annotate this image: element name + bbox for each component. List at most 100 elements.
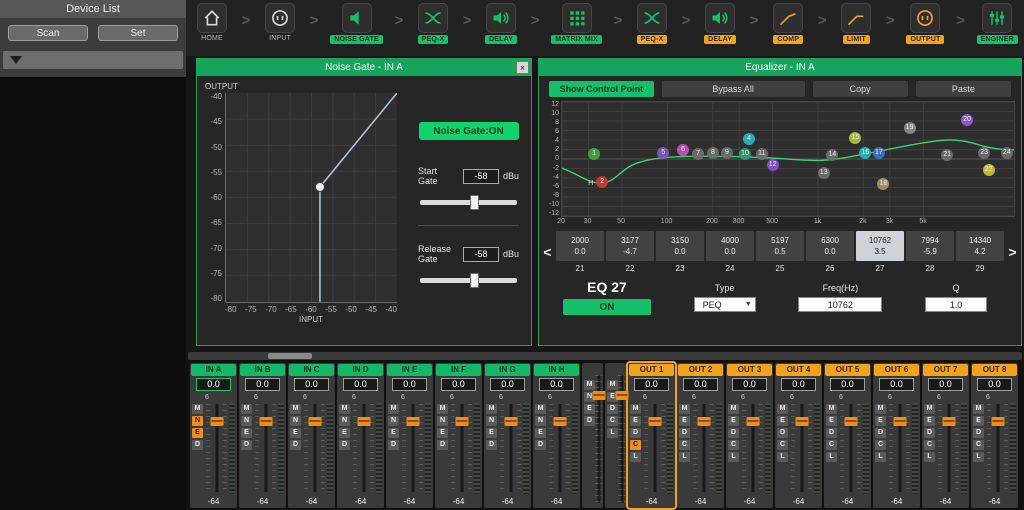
eq-control-point-16[interactable]: 16	[859, 147, 871, 159]
eq-control-point-8[interactable]: 8	[707, 147, 719, 159]
channel-gain-value[interactable]: 0.0	[294, 378, 329, 391]
bypass-all-button[interactable]: Bypass All	[662, 81, 805, 97]
eq-band-cell[interactable]: 107623.5	[856, 231, 904, 261]
release-gate-slider[interactable]	[420, 278, 517, 283]
channel-m-button[interactable]: M	[630, 404, 641, 414]
copy-button[interactable]: Copy	[813, 81, 908, 97]
eq-band-cell[interactable]: 31500.0	[656, 231, 704, 261]
fader-handle[interactable]	[406, 417, 419, 426]
channel-d-button[interactable]: D	[973, 428, 984, 438]
channel-m-button[interactable]: M	[728, 404, 739, 414]
channel-fader[interactable]: 6	[352, 395, 375, 494]
channel-d-button[interactable]: D	[777, 428, 788, 438]
channel-n-button[interactable]: N	[192, 416, 203, 426]
eq-control-point-5[interactable]: 5	[657, 147, 669, 159]
eq-band-cell[interactable]: 7994-5.9	[906, 231, 954, 261]
scan-button[interactable]: Scan	[8, 25, 88, 41]
channel-gain-value[interactable]: 0.0	[343, 378, 378, 391]
channel-m-button[interactable]: M	[388, 404, 399, 414]
channel-e-button[interactable]: E	[777, 416, 788, 426]
channel-n-button[interactable]: N	[437, 416, 448, 426]
band-on-button[interactable]: ON	[563, 299, 651, 315]
channel-fader[interactable]: 6	[401, 395, 424, 494]
channel-gain-value[interactable]: 0.0	[245, 378, 280, 391]
channel-d-button[interactable]: D	[486, 440, 497, 450]
channel-e-button[interactable]: E	[388, 428, 399, 438]
channel-e-button[interactable]: E	[192, 428, 203, 438]
eq-control-point-13[interactable]: 13	[818, 167, 830, 179]
toolbar-step-enginer[interactable]: ENGINER	[977, 3, 1018, 44]
channel-fader[interactable]: 6	[643, 395, 666, 494]
channel-l-button[interactable]: L	[826, 452, 837, 462]
eq-control-point-10[interactable]: 10	[739, 148, 751, 160]
eq-control-point-2[interactable]: 2H	[596, 176, 608, 188]
channel-header[interactable]: OUT 8	[972, 364, 1017, 376]
channel-l-button[interactable]: L	[875, 452, 886, 462]
channel-e-button[interactable]: E	[924, 416, 935, 426]
channel-d-button[interactable]: D	[826, 428, 837, 438]
channel-header[interactable]: OUT 4	[776, 364, 821, 376]
channel-gain-value[interactable]: 0.0	[539, 378, 574, 391]
eq-band-24[interactable]: 40000.024	[706, 231, 754, 273]
channel-header[interactable]: IN B	[240, 364, 285, 376]
channel-d-button[interactable]: D	[290, 440, 301, 450]
eq-control-point-24[interactable]: 24	[1001, 147, 1013, 159]
channel-d-button[interactable]: D	[388, 440, 399, 450]
start-gate-slider[interactable]	[420, 200, 517, 205]
channel-c-button[interactable]: C	[973, 440, 984, 450]
channel-c-button[interactable]: C	[875, 440, 886, 450]
channel-header[interactable]: OUT 7	[923, 364, 968, 376]
channel-fader[interactable]: 6	[450, 395, 473, 494]
eq-control-point-23[interactable]: 23	[978, 147, 990, 159]
channel-gain-value[interactable]: 0.0	[879, 378, 914, 391]
fader-handle[interactable]	[455, 417, 468, 426]
channel-d-button[interactable]: D	[875, 428, 886, 438]
channel-m-button[interactable]: M	[437, 404, 448, 414]
eq-control-point-6[interactable]: 6	[677, 144, 689, 156]
channel-fader[interactable]	[620, 366, 623, 505]
eq-control-point-22[interactable]: 22	[983, 164, 995, 176]
channel-m-button[interactable]: M	[535, 404, 546, 414]
device-dropdown[interactable]	[3, 51, 183, 69]
channel-e-button[interactable]: E	[584, 404, 595, 414]
channel-l-button[interactable]: L	[728, 452, 739, 462]
channel-header[interactable]: OUT 5	[825, 364, 870, 376]
eq-control-point-15[interactable]: 15	[849, 132, 861, 144]
channel-d-button[interactable]: D	[535, 440, 546, 450]
channel-m-button[interactable]: M	[777, 404, 788, 414]
eq-band-22[interactable]: 3177-4.722	[606, 231, 654, 273]
channel-d-button[interactable]: D	[679, 428, 690, 438]
toolbar-step-noise-gate[interactable]: NOISE GATE	[330, 3, 383, 44]
channel-fader[interactable]	[597, 366, 600, 505]
channel-d-button[interactable]: D	[728, 428, 739, 438]
toolbar-step-comp[interactable]: COMP	[770, 3, 806, 44]
fader-handle[interactable]	[795, 417, 808, 426]
channel-c-button[interactable]: C	[826, 440, 837, 450]
fader-handle[interactable]	[357, 417, 370, 426]
channel-gain-value[interactable]: 0.0	[928, 378, 963, 391]
fader-handle[interactable]	[615, 391, 628, 400]
channel-fader[interactable]: 6	[741, 395, 764, 494]
band-type-select[interactable]: PEQ ▼	[694, 297, 756, 312]
set-button[interactable]: Set	[98, 25, 178, 41]
start-gate-input[interactable]	[463, 169, 499, 184]
channel-header[interactable]: IN C	[289, 364, 334, 376]
channel-n-button[interactable]: N	[339, 416, 350, 426]
channel-m-button[interactable]: M	[875, 404, 886, 414]
channel-gain-value[interactable]: 0.0	[977, 378, 1012, 391]
release-gate-slider-thumb[interactable]	[470, 273, 479, 288]
channel-m-button[interactable]: M	[339, 404, 350, 414]
eq-band-21[interactable]: 20000.021	[556, 231, 604, 273]
channel-header[interactable]: IN F	[436, 364, 481, 376]
eq-control-point-12[interactable]: 12	[767, 159, 779, 171]
channel-fader[interactable]: 6	[937, 395, 960, 494]
channel-c-button[interactable]: C	[924, 440, 935, 450]
eq-control-point-17[interactable]: 17	[873, 147, 885, 159]
channel-gain-value[interactable]: 0.0	[441, 378, 476, 391]
channel-e-button[interactable]: E	[973, 416, 984, 426]
channel-d-button[interactable]: D	[241, 440, 252, 450]
channel-fader[interactable]: 6	[839, 395, 862, 494]
channel-fader[interactable]: 6	[254, 395, 277, 494]
channel-m-button[interactable]: M	[192, 404, 203, 414]
eq-control-point-14[interactable]: 14	[826, 149, 838, 161]
